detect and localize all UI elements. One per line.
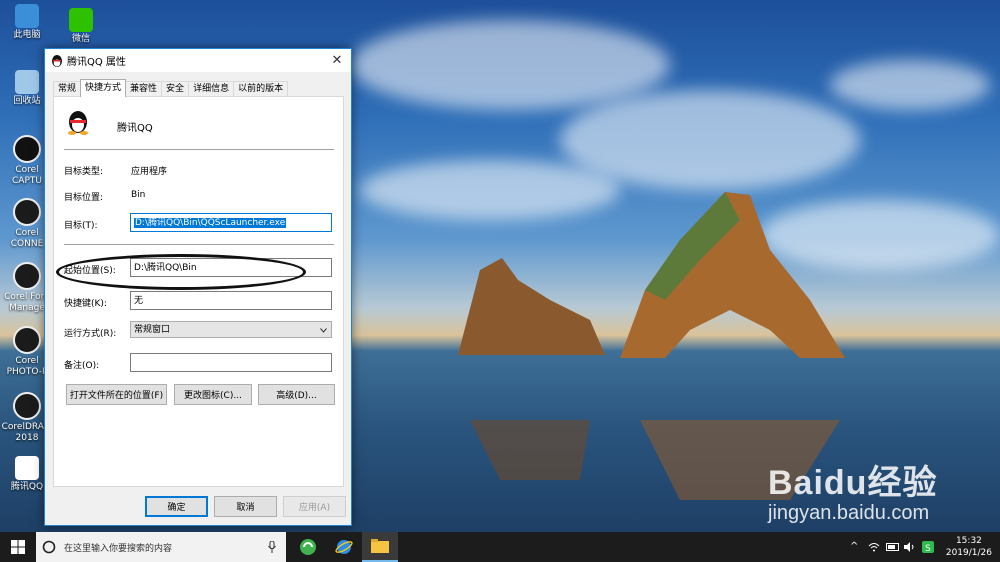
target-location-value: Bin bbox=[131, 190, 146, 200]
taskbar-file-explorer[interactable] bbox=[362, 532, 398, 562]
this-pc-icon bbox=[15, 4, 39, 28]
corel-font-manager-icon bbox=[13, 262, 41, 290]
clock-time: 15:32 bbox=[955, 536, 982, 546]
tab-strip: 常规 快捷方式 兼容性 安全 详细信息 以前的版本 bbox=[53, 79, 289, 97]
highlight-annotation bbox=[56, 254, 306, 290]
desktop-icon-label: 微信 bbox=[71, 34, 90, 44]
taskbar-search[interactable]: 在这里输入你要搜索的内容 bbox=[36, 532, 286, 562]
desktop-icon-wechat[interactable]: 微信 bbox=[54, 8, 108, 45]
microphone-icon[interactable] bbox=[268, 541, 276, 553]
desktop-icon-this-pc[interactable]: 此电脑 bbox=[0, 4, 54, 41]
watermark-logo: Baidu经验 bbox=[768, 464, 938, 502]
shortcut-key-label: 快捷键(K): bbox=[64, 299, 107, 309]
target-field-text: D:\腾讯QQ\Bin\QQScLauncher.exe bbox=[134, 218, 287, 228]
chevron-down-icon bbox=[320, 328, 327, 333]
qq-penguin-icon bbox=[52, 54, 62, 67]
close-button[interactable]: ✕ bbox=[323, 49, 351, 72]
battery-icon[interactable] bbox=[886, 543, 900, 551]
shortcut-panel: 腾讯QQ 目标类型: 应用程序 目标位置: Bin 目标(T): D:\腾讯QQ… bbox=[53, 96, 344, 487]
taskbar: 在这里输入你要搜索的内容 ^ S 15:32 2019/1/26 bbox=[0, 532, 1000, 562]
run-select-value: 常规窗口 bbox=[134, 325, 171, 335]
wechat-icon bbox=[69, 8, 93, 32]
target-type-value: 应用程序 bbox=[131, 167, 168, 177]
corel-connect-icon bbox=[13, 198, 41, 226]
baidu-watermark: Baidu经验 jingyan.baidu.com bbox=[768, 455, 937, 525]
browser-green-icon bbox=[300, 539, 316, 555]
cancel-button[interactable]: 取消 bbox=[214, 496, 277, 517]
target-label: 目标(T): bbox=[64, 221, 98, 231]
wallpaper-cloud bbox=[560, 90, 860, 190]
target-type-label: 目标类型: bbox=[64, 167, 104, 177]
qq-icon bbox=[15, 456, 39, 480]
comment-field[interactable] bbox=[130, 353, 332, 372]
clock[interactable]: 15:32 2019/1/26 bbox=[946, 535, 992, 559]
divider bbox=[64, 149, 334, 150]
taskbar-browser-green[interactable] bbox=[290, 532, 326, 562]
search-placeholder: 在这里输入你要搜索的内容 bbox=[64, 543, 173, 554]
target-field[interactable]: D:\腾讯QQ\Bin\QQScLauncher.exe bbox=[130, 213, 332, 232]
tab-previous-versions[interactable]: 以前的版本 bbox=[233, 81, 289, 97]
taskbar-ie[interactable] bbox=[326, 532, 362, 562]
ok-button[interactable]: 确定 bbox=[145, 496, 208, 517]
tab-compatibility[interactable]: 兼容性 bbox=[125, 81, 163, 97]
target-location-label: 目标位置: bbox=[64, 193, 104, 203]
shortcut-key-field[interactable]: 无 bbox=[130, 291, 332, 310]
advanced-button[interactable]: 高级(D)... bbox=[258, 384, 335, 405]
coreldraw-icon bbox=[13, 392, 41, 420]
apply-button[interactable]: 应用(A) bbox=[283, 496, 346, 517]
qq-app-icon bbox=[68, 111, 88, 135]
network-icon[interactable] bbox=[868, 542, 880, 552]
properties-dialog: 腾讯QQ 属性 ✕ 常规 快捷方式 兼容性 安全 详细信息 以前的版本 腾讯QQ… bbox=[44, 48, 352, 526]
change-icon-button[interactable]: 更改图标(C)... bbox=[174, 384, 252, 405]
watermark-url: jingyan.baidu.com bbox=[768, 502, 930, 524]
tab-security[interactable]: 安全 bbox=[161, 81, 190, 97]
folder-icon bbox=[371, 539, 389, 553]
run-label: 运行方式(R): bbox=[64, 329, 117, 339]
tab-shortcut[interactable]: 快捷方式 bbox=[80, 79, 127, 97]
comment-label: 备注(O): bbox=[64, 361, 100, 371]
app-name: 腾讯QQ bbox=[117, 123, 153, 134]
cortana-circle-icon bbox=[42, 540, 56, 554]
divider bbox=[64, 244, 334, 245]
dialog-title: 腾讯QQ 属性 bbox=[67, 57, 126, 68]
tab-general[interactable]: 常规 bbox=[53, 81, 82, 97]
volume-icon[interactable] bbox=[904, 542, 916, 552]
recycle-bin-icon bbox=[15, 70, 39, 94]
svg-text:S: S bbox=[925, 544, 931, 553]
tray-overflow-chevron[interactable]: ^ bbox=[850, 541, 858, 552]
start-button[interactable] bbox=[0, 532, 36, 562]
clock-date: 2019/1/26 bbox=[945, 548, 992, 558]
corel-photo-paint-icon bbox=[13, 326, 41, 354]
run-select[interactable]: 常规窗口 bbox=[130, 321, 332, 338]
dialog-titlebar[interactable]: 腾讯QQ 属性 ✕ bbox=[45, 49, 351, 72]
input-method-icon[interactable]: S bbox=[922, 541, 934, 553]
tab-details[interactable]: 详细信息 bbox=[188, 81, 235, 97]
close-icon: ✕ bbox=[331, 53, 343, 68]
desktop-icon-label: 此电脑 bbox=[13, 30, 41, 40]
wallpaper-cloud bbox=[350, 20, 670, 110]
corel-capture-icon bbox=[13, 135, 41, 163]
open-file-location-button[interactable]: 打开文件所在的位置(F) bbox=[66, 384, 167, 405]
windows-logo-icon bbox=[11, 540, 25, 554]
wallpaper-cloud bbox=[830, 60, 990, 110]
ie-browser-icon bbox=[335, 540, 353, 554]
